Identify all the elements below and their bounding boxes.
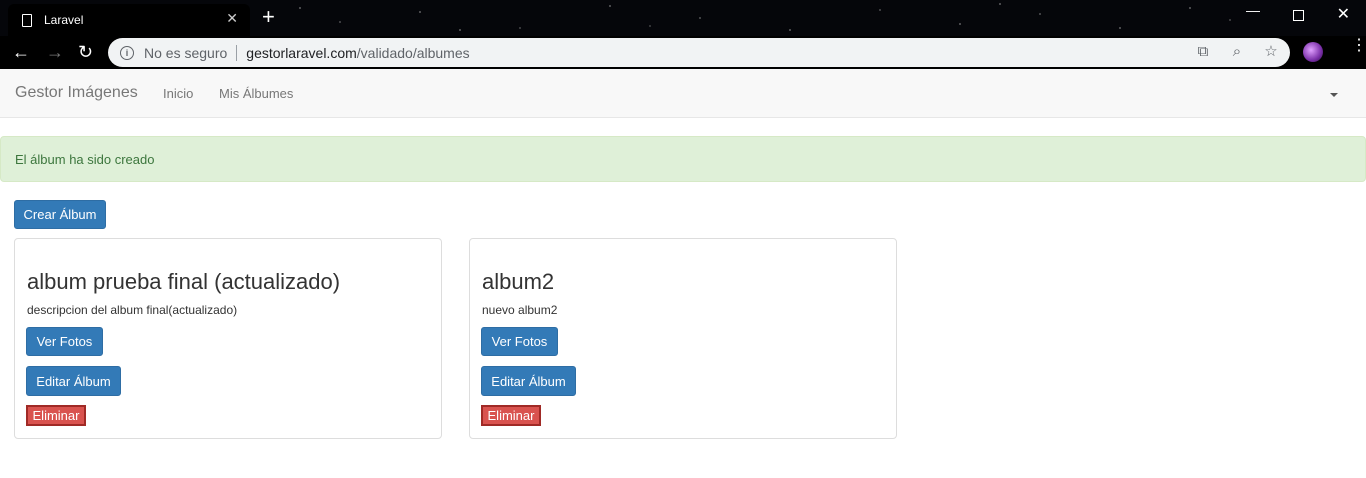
url-host[interactable]: gestorlaravel.com xyxy=(246,45,357,61)
navbar-brand[interactable]: Gestor Imágenes xyxy=(15,84,138,102)
nav-link-mis-albumes[interactable]: Mis Álbumes xyxy=(219,86,293,101)
minimize-icon[interactable]: — xyxy=(1246,2,1260,18)
menu-dots-icon[interactable]: ⋮ xyxy=(1351,38,1366,54)
translate-icon[interactable]: ⧉ xyxy=(1194,43,1212,61)
document-icon xyxy=(22,13,32,27)
close-tab-icon[interactable]: ✕ xyxy=(226,10,238,27)
album-title: album prueba final (actualizado) xyxy=(27,269,341,294)
new-tab-icon[interactable]: + xyxy=(262,5,275,29)
create-album-button[interactable]: Crear Álbum xyxy=(14,200,106,229)
back-icon[interactable]: ← xyxy=(12,41,30,63)
view-photos-button[interactable]: Ver Fotos xyxy=(26,327,103,356)
zoom-icon[interactable]: ⌕ xyxy=(1228,43,1246,61)
browser-tab[interactable]: Laravel ✕ xyxy=(8,4,250,36)
edit-album-button[interactable]: Editar Álbum xyxy=(481,366,576,396)
close-window-icon[interactable]: ✕ xyxy=(1337,4,1350,24)
tab-title: Laravel xyxy=(44,13,84,27)
album-card: album2 nuevo album2 Ver Fotos Editar Álb… xyxy=(469,238,897,439)
delete-album-button[interactable]: Eliminar xyxy=(481,405,541,426)
delete-album-button[interactable]: Eliminar xyxy=(26,405,86,426)
address-bar-icons: ⧉ ⌕ ☆ xyxy=(1194,43,1280,61)
maximize-icon[interactable] xyxy=(1293,10,1304,21)
alert-message: El álbum ha sido creado xyxy=(15,152,155,167)
url-path[interactable]: /validado/albumes xyxy=(357,45,470,61)
edit-album-button[interactable]: Editar Álbum xyxy=(26,366,121,396)
browser-toolbar: ← → ↻ i No es seguro gestorlaravel.com/v… xyxy=(0,36,1366,69)
app-navbar: Gestor Imágenes Inicio Mis Álbumes xyxy=(0,69,1366,118)
nav-link-inicio[interactable]: Inicio xyxy=(163,86,193,101)
view-photos-button[interactable]: Ver Fotos xyxy=(481,327,558,356)
album-title: album2 xyxy=(482,269,555,294)
dropdown-caret-icon[interactable] xyxy=(1330,93,1338,97)
forward-icon[interactable]: → xyxy=(46,41,64,63)
bookmark-star-icon[interactable]: ☆ xyxy=(1262,43,1280,61)
browser-tab-bar: Laravel ✕ + — ✕ xyxy=(0,0,1366,36)
success-alert: El álbum ha sido creado xyxy=(0,136,1366,182)
album-description: nuevo album2 xyxy=(482,303,558,317)
address-separator xyxy=(236,44,238,61)
album-description: descripcion del album final(actualizado) xyxy=(27,303,238,317)
info-icon[interactable]: i xyxy=(120,45,134,60)
address-bar[interactable]: i No es seguro gestorlaravel.com/validad… xyxy=(108,38,1290,67)
security-label[interactable]: No es seguro xyxy=(144,45,227,61)
album-card: album prueba final (actualizado) descrip… xyxy=(14,238,442,439)
reload-icon[interactable]: ↻ xyxy=(78,41,93,63)
profile-avatar[interactable] xyxy=(1303,42,1323,62)
